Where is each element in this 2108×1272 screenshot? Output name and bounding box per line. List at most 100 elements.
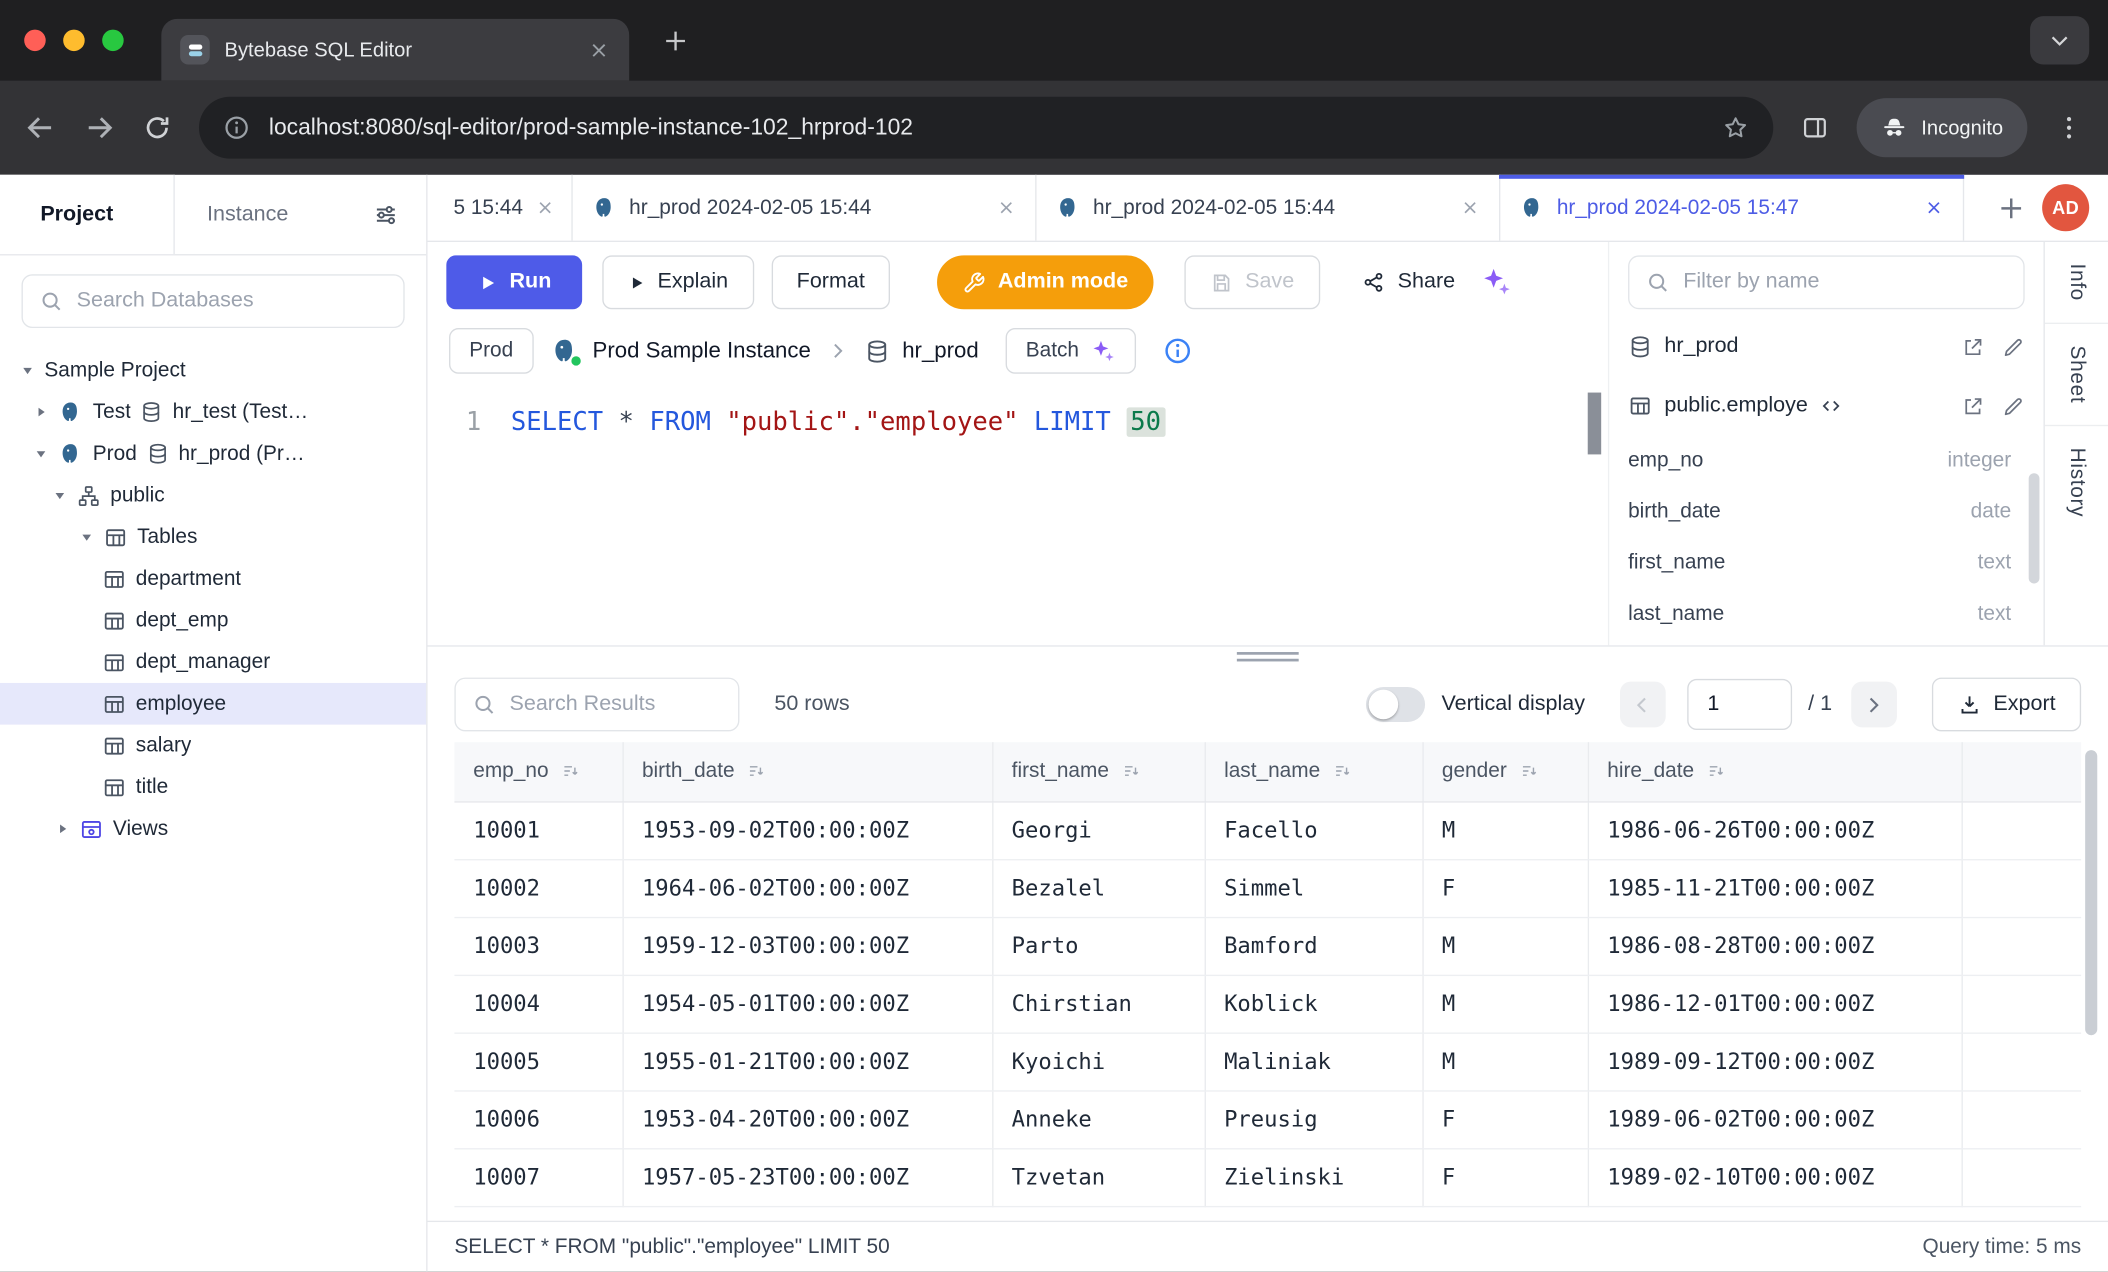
tab-history[interactable]: History (2064, 445, 2088, 520)
tree-item-table-dept-emp[interactable]: dept_emp (0, 600, 426, 642)
next-page-button[interactable] (1851, 682, 1897, 728)
tree-item-tables[interactable]: Tables (0, 516, 426, 558)
browser-tab[interactable]: Bytebase SQL Editor (161, 19, 629, 81)
explain-button[interactable]: Explain (602, 255, 753, 309)
external-link-icon[interactable] (1961, 395, 1984, 418)
tree-item-table-title[interactable]: title (0, 766, 426, 808)
ai-sparkles-icon[interactable] (1481, 266, 1513, 298)
prev-page-button[interactable] (1620, 682, 1666, 728)
editor-tab-1[interactable]: 5 15:44 (428, 175, 573, 241)
instance-crumb[interactable]: Prod Sample Instance (550, 336, 811, 366)
vertical-display-toggle[interactable] (1366, 687, 1425, 722)
edit-pencil-icon[interactable] (2002, 395, 2025, 418)
admin-mode-button[interactable]: Admin mode (937, 255, 1153, 309)
tab-project[interactable]: Project (0, 175, 175, 254)
environment-chip[interactable]: Prod (449, 328, 533, 374)
caret-down-icon[interactable] (19, 363, 35, 378)
page-number-input[interactable] (1689, 680, 1791, 728)
sql-code-editor[interactable]: 1 SELECT * FROM "public"."employee" LIMI… (428, 390, 1608, 645)
save-button[interactable]: Save (1185, 255, 1320, 309)
tree-item-table-salary[interactable]: salary (0, 725, 426, 767)
url-bar[interactable]: localhost:8080/sql-editor/prod-sample-in… (199, 97, 1773, 159)
tree-item-test-env[interactable]: Test hr_test (Test… (0, 391, 426, 433)
tab-info[interactable]: Info (2064, 261, 2088, 304)
schema-filter[interactable] (1628, 255, 2025, 309)
sort-icon[interactable] (1519, 761, 1539, 781)
close-icon[interactable] (535, 198, 555, 218)
tree-settings-button[interactable] (372, 175, 426, 254)
close-icon[interactable] (996, 198, 1016, 218)
tree-item-table-dept-manager[interactable]: dept_manager (0, 641, 426, 683)
column-header-first-name[interactable]: first_name (992, 742, 1204, 801)
column-header-gender[interactable]: gender (1422, 742, 1587, 801)
external-link-icon[interactable] (1961, 335, 1984, 358)
editor-tab-4-active[interactable]: hr_prod 2024-02-05 15:47 (1500, 175, 1964, 241)
sort-icon[interactable] (1706, 761, 1726, 781)
column-header-birth-date[interactable]: birth_date (622, 742, 992, 801)
sort-icon[interactable] (1332, 761, 1352, 781)
sort-icon[interactable] (1121, 761, 1141, 781)
editor-tab-3[interactable]: hr_prod 2024-02-05 15:44 (1037, 175, 1501, 241)
caret-down-icon[interactable] (51, 488, 67, 503)
database-icon (146, 442, 169, 465)
run-button[interactable]: Run (446, 255, 582, 309)
schema-filter-input[interactable] (1683, 270, 2007, 294)
column-header-last-name[interactable]: last_name (1205, 742, 1423, 801)
caret-right-icon[interactable] (54, 821, 70, 836)
results-search[interactable] (454, 678, 739, 732)
bookmark-star-icon[interactable] (1722, 114, 1749, 141)
reload-icon[interactable] (143, 113, 173, 143)
side-panel-icon[interactable] (1800, 113, 1830, 143)
new-tab-icon[interactable] (661, 26, 689, 54)
tree-item-schema-public[interactable]: public (0, 475, 426, 517)
tree-item-table-employee[interactable]: employee (0, 683, 426, 725)
database-search[interactable] (22, 274, 405, 328)
sort-icon[interactable] (561, 761, 581, 781)
column-header-hire-date[interactable]: hire_date (1588, 742, 1962, 801)
schema-scrollbar[interactable] (2029, 473, 2040, 583)
table-cell-filler (1961, 859, 2081, 917)
editor-scrollbar[interactable] (1588, 393, 1601, 455)
schema-table-row[interactable]: public.employe (1628, 376, 2025, 435)
tree-item-views[interactable]: Views (0, 808, 426, 850)
column-header-emp-no[interactable]: emp_no (454, 742, 622, 801)
back-icon[interactable] (24, 112, 56, 144)
database-crumb[interactable]: hr_prod (865, 338, 979, 364)
batch-button[interactable]: Batch (1006, 328, 1136, 374)
new-sheet-icon[interactable] (1996, 193, 2026, 223)
browser-menu-icon[interactable] (2054, 113, 2084, 143)
caret-down-icon[interactable] (32, 446, 48, 461)
export-button[interactable]: Export (1932, 678, 2082, 732)
minimize-window-button[interactable] (63, 30, 85, 52)
tab-sheet[interactable]: Sheet (2064, 343, 2088, 406)
zoom-window-button[interactable] (102, 30, 124, 52)
pane-splitter[interactable] (428, 645, 2108, 667)
info-icon[interactable] (1162, 336, 1192, 366)
tab-search-button[interactable] (2030, 16, 2089, 64)
schema-database-row[interactable]: hr_prod (1628, 317, 2025, 376)
editor-tab-2[interactable]: hr_prod 2024-02-05 15:44 (573, 175, 1037, 241)
edit-pencil-icon[interactable] (2002, 335, 2025, 358)
results-scrollbar[interactable] (2085, 750, 2097, 1035)
format-button[interactable]: Format (771, 255, 890, 309)
tree-item-project[interactable]: Sample Project (0, 350, 426, 392)
tree-item-table-department[interactable]: department (0, 558, 426, 600)
site-info-icon[interactable] (223, 114, 250, 141)
tab-instance[interactable]: Instance (175, 175, 373, 254)
page-number-field[interactable] (1687, 679, 1792, 730)
caret-right-icon[interactable] (32, 405, 48, 420)
code-icon[interactable] (1820, 395, 1842, 417)
share-button[interactable]: Share (1353, 255, 1463, 309)
sort-icon[interactable] (747, 761, 767, 781)
database-search-input[interactable] (77, 289, 388, 313)
results-search-input[interactable] (510, 692, 722, 716)
close-icon[interactable] (1924, 198, 1944, 218)
caret-down-icon[interactable] (78, 530, 94, 545)
close-window-button[interactable] (24, 30, 46, 52)
splitter-handle[interactable] (1237, 652, 1299, 661)
close-icon[interactable] (1460, 198, 1480, 218)
close-tab-icon[interactable] (588, 38, 611, 61)
avatar[interactable]: AD (2042, 184, 2089, 231)
tree-item-prod-env[interactable]: Prod hr_prod (Pr… (0, 433, 426, 475)
forward-icon[interactable] (83, 112, 115, 144)
